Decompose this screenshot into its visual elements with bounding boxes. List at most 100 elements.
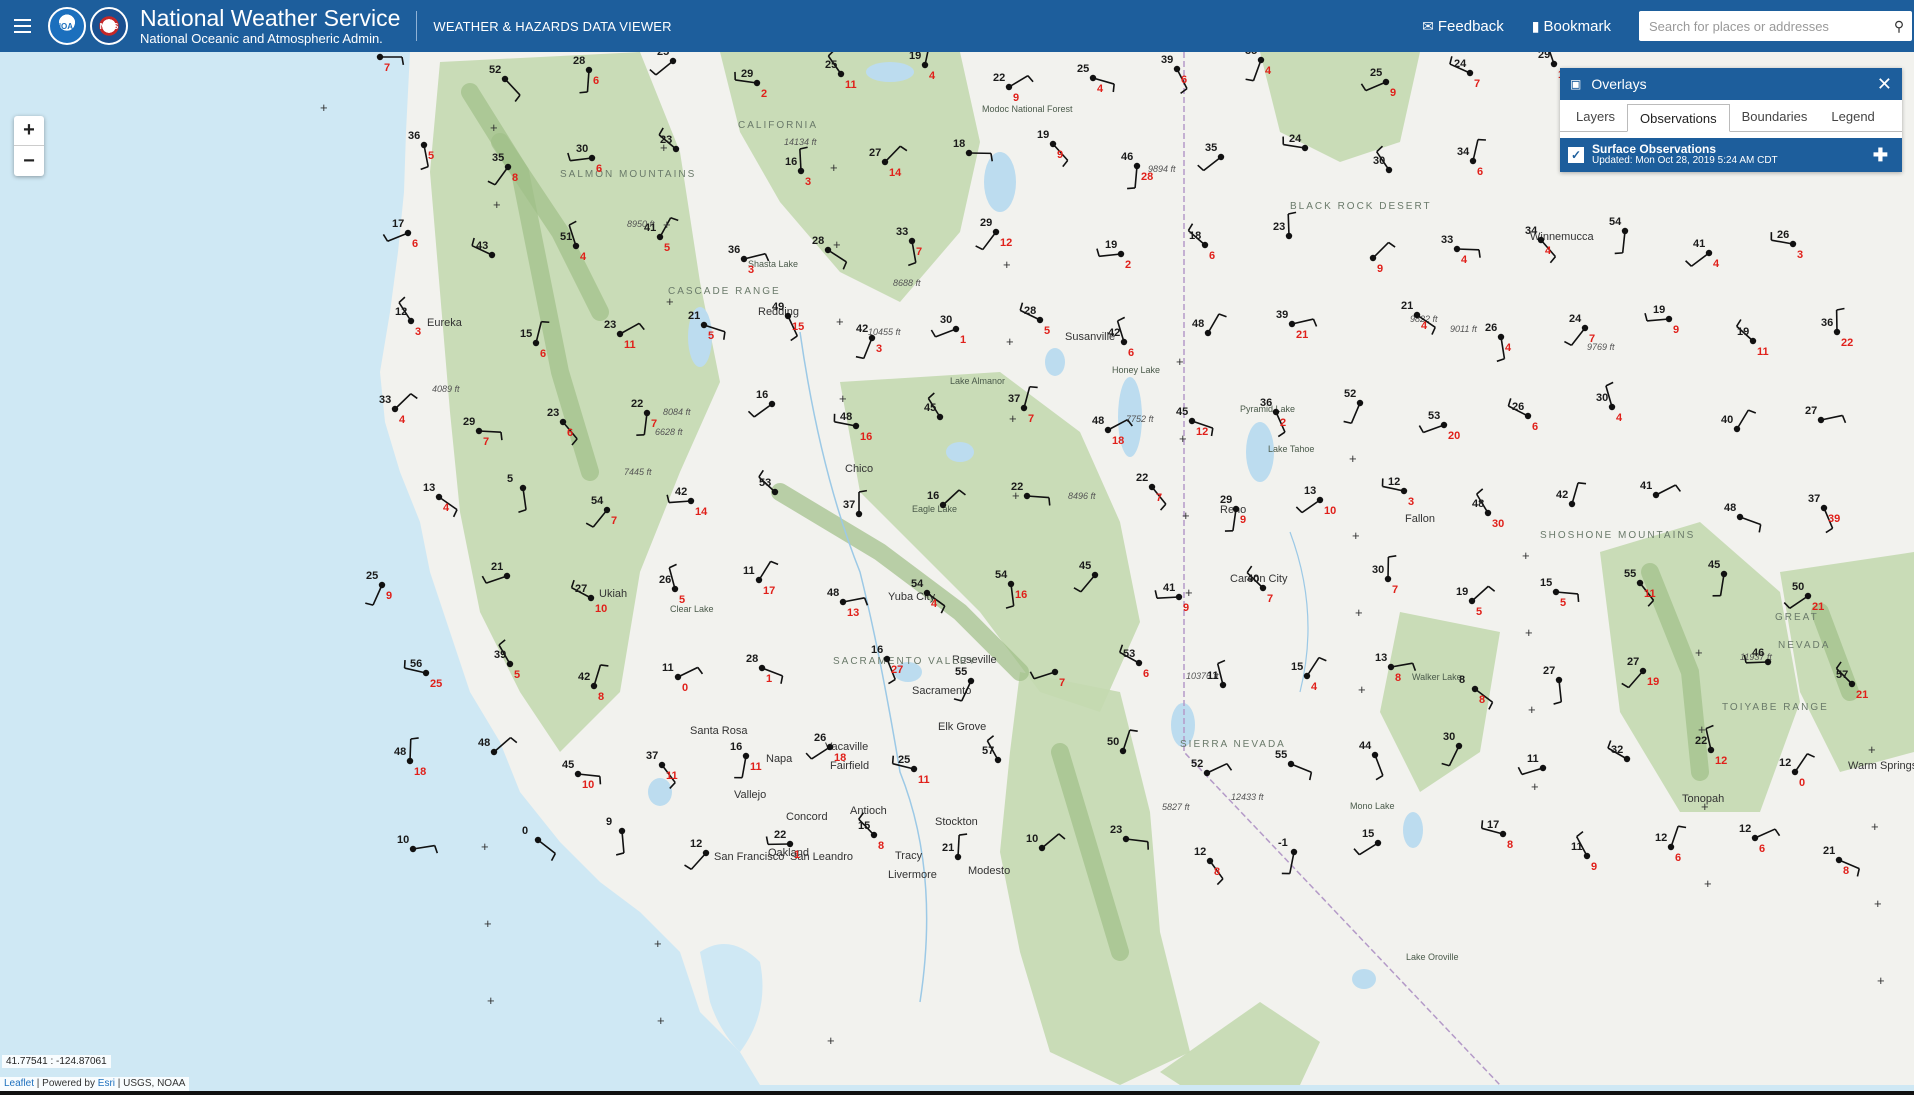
- wind-speed-label: 28: [1024, 305, 1036, 317]
- station-plus-marker: +: [1185, 585, 1193, 600]
- wind-barb-flag: [1614, 252, 1623, 255]
- wind-speed-label: 52: [489, 64, 501, 76]
- station-plus-marker: +: [1355, 605, 1363, 620]
- station-marker[interactable]: 25 9: [365, 570, 392, 606]
- station-plus-marker: +: [1701, 799, 1709, 814]
- map-canvas[interactable]: Eureka Ukiah Santa Rosa Napa Vallejo Vacavill…: [0, 52, 1914, 1085]
- wind-gust-label: 27: [891, 664, 903, 676]
- feedback-button[interactable]: ✉ Feedback: [1422, 18, 1504, 35]
- station-marker[interactable]: 10: [397, 834, 439, 854]
- map-svg[interactable]: EurekaUkiahSanta RosaNapaVallejoVacavill…: [0, 52, 1914, 1085]
- wind-speed-label: 34: [1457, 146, 1470, 158]
- wind-speed-label: 23: [547, 407, 559, 419]
- feature-label: Lake Tahoe: [1268, 444, 1314, 454]
- wind-gust-label: 3: [1408, 496, 1414, 508]
- feature-label: Modoc National Forest: [982, 104, 1073, 114]
- wind-gust-label: 4: [1505, 342, 1512, 354]
- wind-gust-label: 4: [1097, 83, 1104, 95]
- nws-logo[interactable]: NWS: [90, 7, 128, 45]
- wind-speed-label: 32: [1611, 744, 1623, 756]
- wind-speed-label: 57: [982, 745, 994, 757]
- layer-text: Surface Observations Updated: Mon Oct 28…: [1592, 143, 1778, 166]
- wind-gust-label: 6: [1532, 421, 1538, 433]
- wind-gust-label: 28: [1141, 171, 1153, 183]
- station-plus-marker: +: [1874, 896, 1882, 911]
- wind-speed-label: 23: [604, 319, 616, 331]
- station-plus-marker: +: [833, 237, 841, 252]
- wind-speed-label: 48: [1472, 498, 1484, 510]
- close-icon[interactable]: ✕: [1877, 74, 1892, 95]
- station-plus-marker: +: [830, 160, 838, 175]
- station-plus-marker: +: [1349, 451, 1357, 466]
- layer-checkbox[interactable]: ✓: [1568, 147, 1584, 163]
- station-plus-marker: +: [1698, 722, 1706, 737]
- station-plus-marker: +: [657, 1013, 665, 1028]
- search-input[interactable]: [1639, 12, 1886, 40]
- wind-gust-label: 2: [761, 88, 767, 100]
- wind-speed-label: 36: [728, 244, 740, 256]
- tab-observations[interactable]: Observations: [1627, 104, 1730, 132]
- zoom-out-button[interactable]: −: [14, 146, 44, 176]
- wind-gust-label: 3: [876, 343, 882, 355]
- wind-speed-label: 19: [1456, 586, 1468, 598]
- noaa-logo[interactable]: NOAA: [48, 7, 86, 45]
- region-label: CASCADE RANGE: [668, 286, 781, 297]
- wind-speed-label: 27: [1627, 656, 1639, 668]
- place-label: Antioch: [850, 805, 887, 817]
- zoom-in-button[interactable]: +: [14, 116, 44, 146]
- tab-legend[interactable]: Legend: [1819, 103, 1886, 131]
- wind-gust-label: 4: [443, 502, 450, 514]
- wind-speed-label: 26: [1512, 401, 1524, 413]
- region-label: SHOSHONE MOUNTAINS: [1540, 530, 1695, 541]
- wind-gust-label: 6: [1128, 347, 1134, 359]
- bottom-bar: [0, 1091, 1914, 1095]
- elevation-label: 8688 ft: [893, 278, 921, 288]
- wind-barb-flag: [382, 234, 389, 242]
- esri-link[interactable]: Esri: [98, 1078, 115, 1089]
- wind-speed-label: 48: [478, 737, 490, 749]
- station-marker[interactable]: 46 7: [364, 52, 405, 74]
- wind-barb-staff: [1456, 248, 1480, 251]
- wind-gust-label: 5: [664, 242, 670, 254]
- region-label: SALMON MOUNTAINS: [560, 169, 696, 180]
- wind-gust-label: 7: [916, 246, 922, 258]
- hamburger-menu-button[interactable]: [0, 0, 44, 52]
- station-marker[interactable]: 0: [522, 825, 557, 861]
- lake: [866, 62, 914, 82]
- title-block: National Weather Service National Oceani…: [140, 5, 400, 46]
- wind-gust-label: 11: [1644, 588, 1656, 600]
- wind-gust-label: 9: [1240, 514, 1246, 526]
- wind-speed-label: 27: [575, 583, 587, 595]
- elevation-label: 12433 ft: [1231, 792, 1264, 802]
- wind-gust-label: 5: [708, 330, 714, 342]
- wind-speed-label: 26: [1485, 322, 1497, 334]
- station-plus-marker: +: [663, 217, 671, 232]
- add-icon[interactable]: ✚: [1873, 145, 1888, 166]
- wind-speed-label: 21: [688, 310, 700, 322]
- bookmark-button[interactable]: ▮ Bookmark: [1532, 18, 1611, 35]
- wind-speed-label: 46: [1121, 151, 1133, 163]
- menu-icon: [13, 25, 31, 27]
- wind-speed-label: 25: [366, 570, 378, 582]
- wind-speed-label: 48: [827, 587, 839, 599]
- wind-speed-label: 25: [825, 59, 837, 71]
- wind-speed-label: 42: [675, 486, 687, 498]
- feature-label: Lake Almanor: [950, 376, 1005, 386]
- station-marker[interactable]: 48 18: [394, 737, 426, 778]
- leaflet-link[interactable]: Leaflet: [4, 1078, 34, 1089]
- wind-gust-label: 5: [679, 594, 685, 606]
- wind-speed-label: 8: [1459, 674, 1465, 686]
- tab-boundaries[interactable]: Boundaries: [1730, 103, 1820, 131]
- surface-observations-layer[interactable]: ✓ Surface Observations Updated: Mon Oct …: [1560, 138, 1902, 172]
- station-marker[interactable]: 56 25: [403, 658, 443, 690]
- search-icon[interactable]: ⚲: [1886, 18, 1912, 35]
- wind-speed-label: 26: [814, 732, 826, 744]
- wind-gust-label: 14: [889, 167, 902, 179]
- wind-gust-label: 6: [412, 238, 418, 250]
- lake: [648, 778, 672, 806]
- region-label: NEVADA: [1778, 640, 1830, 651]
- wind-speed-label: 25: [898, 754, 910, 766]
- station-plus-marker: +: [1695, 645, 1703, 660]
- tab-layers[interactable]: Layers: [1564, 103, 1627, 131]
- wind-barb-flag: [1577, 482, 1587, 485]
